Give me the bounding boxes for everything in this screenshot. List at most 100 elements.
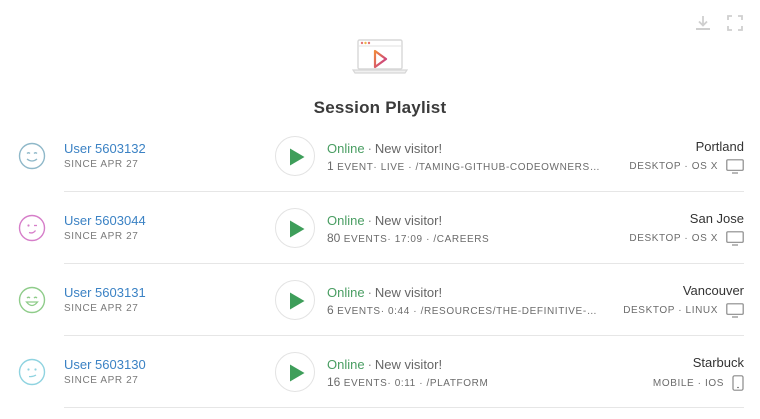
location-block: Starbuck MOBILE · IOS — [653, 355, 744, 391]
since-date: SINCE APR 27 — [64, 375, 139, 386]
page-title: Session Playlist — [313, 98, 447, 117]
location-block: San Jose DESKTOP · OS X — [629, 211, 744, 246]
since-date: SINCE APR 27 — [64, 303, 139, 314]
visitor-text: New visitor! — [374, 285, 443, 300]
session-info: Online · New visitor! 16 EVENTS· 0:11 · /P… — [327, 357, 617, 389]
os-name: IOS — [704, 377, 724, 389]
user-block: User 5603132 SINCE APR 27 — [64, 141, 146, 170]
avatar — [18, 142, 46, 170]
page-path: /RESOURCES/THE-DEFINITIVE-G... — [420, 306, 602, 317]
play-button[interactable] — [275, 136, 315, 176]
status-text: Online — [327, 213, 365, 228]
monitor-icon — [726, 159, 744, 174]
status-line: Online · New visitor! — [327, 141, 617, 156]
duration: 0:44 — [388, 306, 410, 317]
play-icon — [290, 220, 305, 238]
user-link[interactable]: User 5603044 — [64, 213, 146, 228]
city: Vancouver — [682, 283, 744, 298]
event-count: 80 — [327, 231, 341, 245]
status-text: Online — [327, 285, 365, 300]
session-list: User 5603132 SINCE APR 27 Online · New vis… — [0, 120, 760, 408]
play-button[interactable] — [275, 208, 315, 248]
city: Starbuck — [692, 355, 744, 370]
os-name: OS X — [691, 233, 718, 244]
separator: · — [367, 285, 372, 300]
status-line: Online · New visitor! — [327, 357, 617, 372]
duration: 0:11 — [394, 378, 416, 389]
device-line: MOBILE · IOS — [653, 375, 744, 391]
status-text: Online — [327, 141, 365, 156]
device-type: DESKTOP — [629, 161, 682, 172]
device-type: DESKTOP — [629, 233, 682, 244]
play-button[interactable] — [275, 280, 315, 320]
face-icon — [18, 358, 46, 386]
laptop-play-icon — [351, 39, 409, 74]
device-type: MOBILE — [652, 377, 695, 389]
since-date: SINCE APR 27 — [64, 159, 139, 170]
face-icon — [18, 214, 46, 242]
session-meta: 16 EVENTS· 0:11 · /PLATFORM — [327, 375, 489, 389]
status-text: Online — [327, 357, 365, 372]
event-count: 16 — [327, 375, 341, 389]
city: Portland — [695, 139, 744, 154]
play-button[interactable] — [275, 352, 315, 392]
page-path: /CAREERS — [433, 234, 490, 245]
user-block: User 5603130 SINCE APR 27 — [64, 357, 146, 386]
hero: Session Playlist — [0, 36, 760, 118]
event-label: EVENTS — [337, 306, 381, 317]
event-count: 6 — [327, 303, 334, 317]
session-meta: 1 EVENT· LIVE · /TAMING-GITHUB-CODEOWNER… — [327, 159, 602, 173]
avatar — [18, 214, 46, 242]
user-link[interactable]: User 5603131 — [64, 285, 146, 300]
device-line: DESKTOP · LINUX — [623, 303, 744, 318]
duration: 17:09 — [394, 234, 423, 245]
status-line: Online · New visitor! — [327, 285, 617, 300]
os-name: OS X — [691, 161, 718, 172]
visitor-text: New visitor! — [374, 141, 443, 156]
location-block: Vancouver DESKTOP · LINUX — [623, 283, 744, 318]
device-line: DESKTOP · OS X — [629, 231, 744, 246]
face-icon — [18, 142, 46, 170]
session-info: Online · New visitor! 6 EVENTS· 0:44 · /RE… — [327, 285, 617, 317]
session-meta: 80 EVENTS· 17:09 · /CAREERS — [327, 231, 490, 245]
event-label: EVENTS — [343, 234, 388, 245]
session-row-2[interactable]: User 5603044 SINCE APR 27 Online · New vis… — [0, 192, 760, 264]
monitor-icon — [726, 303, 744, 318]
visitor-text: New visitor! — [374, 213, 443, 228]
event-count: 1 — [327, 159, 334, 173]
duration: LIVE — [380, 162, 405, 173]
avatar — [18, 286, 46, 314]
session-row-1[interactable]: User 5603132 SINCE APR 27 Online · New vis… — [0, 120, 760, 192]
play-icon — [290, 148, 305, 166]
device-line: DESKTOP · OS X — [629, 159, 744, 174]
session-meta: 6 EVENTS· 0:44 · /RESOURCES/THE-DEFINITI… — [327, 303, 602, 317]
event-label: EVENT — [337, 162, 374, 173]
session-info: Online · New visitor! 80 EVENTS· 17:09 · /… — [327, 213, 617, 245]
event-label: EVENTS — [343, 378, 388, 389]
user-block: User 5603044 SINCE APR 27 — [64, 213, 146, 242]
separator: · — [367, 141, 372, 156]
session-row-4[interactable]: User 5603130 SINCE APR 27 Online · New vis… — [0, 336, 760, 408]
page-path: /PLATFORM — [426, 378, 489, 389]
city: San Jose — [689, 211, 744, 226]
play-icon — [290, 292, 305, 310]
since-date: SINCE APR 27 — [64, 231, 139, 242]
visitor-text: New visitor! — [374, 357, 443, 372]
face-icon — [18, 286, 46, 314]
separator: · — [367, 357, 372, 372]
monitor-icon — [726, 231, 744, 246]
device-type: DESKTOP — [623, 305, 675, 316]
user-block: User 5603131 SINCE APR 27 — [64, 285, 146, 314]
separator: · — [367, 213, 372, 228]
top-actions — [694, 14, 744, 32]
location-block: Portland DESKTOP · OS X — [629, 139, 744, 174]
user-link[interactable]: User 5603130 — [64, 357, 146, 372]
fullscreen-icon[interactable] — [726, 14, 744, 32]
download-icon[interactable] — [694, 14, 712, 32]
user-link[interactable]: User 5603132 — [64, 141, 146, 156]
session-row-3[interactable]: User 5603131 SINCE APR 27 Online · New vis… — [0, 264, 760, 336]
play-icon — [290, 364, 305, 382]
status-line: Online · New visitor! — [327, 213, 617, 228]
phone-icon — [732, 375, 744, 391]
os-name: LINUX — [685, 305, 718, 316]
